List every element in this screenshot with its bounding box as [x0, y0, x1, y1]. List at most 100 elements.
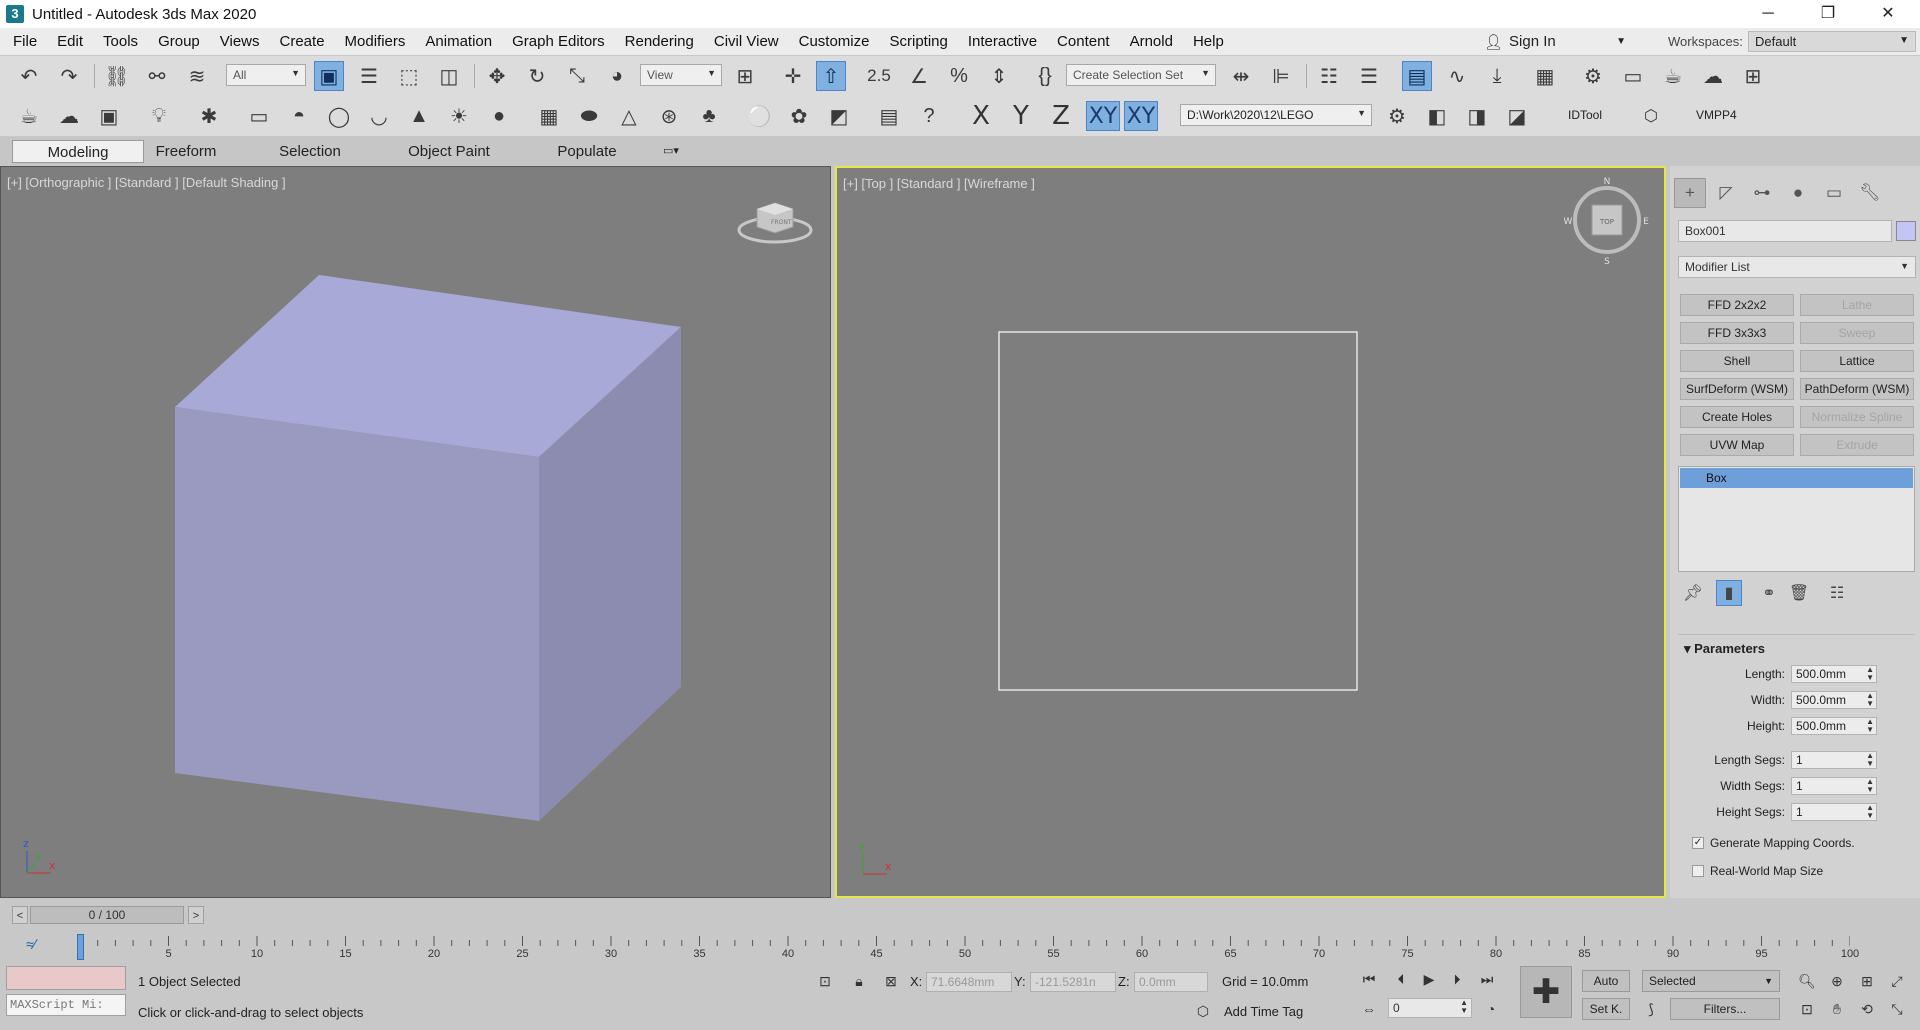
mod-pathdeform-button[interactable]: PathDeform (WSM) [1800, 378, 1914, 400]
spinner-arrows-icon[interactable]: ▲ ▼ [1866, 692, 1874, 708]
zoom-all-icon[interactable]: ⊕ [1826, 970, 1848, 992]
cloud-icon[interactable]: ☁ [54, 101, 84, 131]
rectangular-selection-icon[interactable]: ⬚ [394, 61, 424, 91]
sphere-icon[interactable]: ⚪ [744, 101, 774, 131]
current-frame-field[interactable]: 0 ▲ ▼ [1388, 998, 1472, 1018]
vmpp4-button[interactable]: VMPP4 [1696, 108, 1737, 122]
zoom-icon[interactable]: 🔍︎ [1796, 970, 1818, 992]
make-unique-icon[interactable]: ⚭ [1756, 580, 1782, 606]
disc-icon[interactable]: ● [484, 101, 514, 131]
menu-customize[interactable]: Customize [789, 33, 880, 50]
selection-filter-select[interactable]: All ▼ [226, 64, 306, 86]
script-tool-1-icon[interactable]: ⚙ [1382, 101, 1412, 131]
a360-gallery-icon[interactable]: ⊞ [1738, 61, 1768, 91]
mod-sweep-button[interactable]: Sweep [1800, 322, 1914, 344]
bowl-icon[interactable]: ◡ [364, 101, 394, 131]
mirror-icon[interactable]: ⇹ [1226, 61, 1256, 91]
viewport-top[interactable]: [+] [Top ] [Standard ] [Wireframe ] TOP … [835, 166, 1666, 898]
tab-freeform[interactable]: Freeform [144, 140, 228, 163]
length-spinner[interactable]: 500.0mm ▲ ▼ [1791, 665, 1877, 683]
previous-frame-icon[interactable]: ⏴ [1390, 968, 1412, 990]
time-next-button[interactable]: > [188, 906, 204, 924]
restrict-x-button[interactable]: X [966, 101, 996, 131]
spinner-arrows-icon[interactable]: ▲ ▼ [1460, 999, 1468, 1015]
key-mode-toggle-icon[interactable]: ⇔ [1358, 998, 1380, 1020]
time-configuration-icon[interactable]: ◔ [1480, 998, 1502, 1020]
play-icon[interactable]: ▶ [1418, 968, 1440, 990]
object-name-field[interactable]: Box001 [1678, 220, 1892, 242]
tab-modeling[interactable]: Modeling [12, 140, 144, 163]
utilities-tab-icon[interactable]: 🔧︎ [1854, 178, 1886, 208]
hierarchy-tab-icon[interactable]: ⊶ [1746, 178, 1778, 208]
workspace-select[interactable]: Default ▼ [1748, 31, 1916, 52]
cone-icon[interactable]: ▲ [404, 101, 434, 131]
menu-file[interactable]: File [3, 33, 47, 50]
timeline-ruler[interactable]: 0510152025303540455055606570758085909510… [77, 934, 1859, 962]
restrict-xy-plane-button[interactable]: XY [1124, 101, 1158, 131]
script-tool-4-icon[interactable]: ◪ [1502, 101, 1532, 131]
mod-shell-button[interactable]: Shell [1680, 350, 1794, 372]
current-frame-marker[interactable] [77, 934, 84, 960]
render-icon[interactable]: ◩ [824, 101, 854, 131]
light-bulb-icon[interactable]: 💡︎ [144, 101, 174, 131]
maxscript-listener-output[interactable] [6, 966, 126, 990]
select-by-name-icon[interactable]: ☰ [354, 61, 384, 91]
maxscript-mini-listener[interactable]: MAXScript Mi: [6, 994, 126, 1016]
close-button[interactable]: ✕ [1860, 0, 1916, 28]
torus-icon[interactable]: ◯ [324, 101, 354, 131]
menu-group[interactable]: Group [148, 33, 210, 50]
default-in-out-tangents-icon[interactable]: ⟆ [1640, 998, 1662, 1020]
link-icon[interactable]: ⛓ [102, 61, 132, 91]
selection-lock-icon[interactable]: 🔒︎ [848, 970, 870, 992]
box-wireframe[interactable] [998, 331, 1358, 691]
curve-editor-mini-icon[interactable]: ≈∕ [26, 936, 36, 952]
mod-surfdeform-button[interactable]: SurfDeform (WSM) [1680, 378, 1794, 400]
menu-graph-editors[interactable]: Graph Editors [502, 33, 615, 50]
teapot-icon[interactable]: ☕︎ [14, 101, 44, 131]
mod-lathe-button[interactable]: Lathe [1800, 294, 1914, 316]
show-end-result-icon[interactable]: ▮ [1716, 580, 1742, 606]
mod-ffd-3x3x3-button[interactable]: FFD 3x3x3 [1680, 322, 1794, 344]
menu-help[interactable]: Help [1183, 33, 1234, 50]
go-to-end-icon[interactable]: ⏭ [1476, 968, 1498, 990]
vmpp4-icon[interactable]: ⬡ [1636, 101, 1666, 131]
width-segs-spinner[interactable]: 1 ▲ ▼ [1791, 777, 1877, 795]
key-filter-select[interactable]: Selected ▼ [1642, 970, 1780, 992]
maximize-viewport-icon[interactable]: ⤡ [1886, 998, 1908, 1020]
tab-selection[interactable]: Selection [268, 140, 352, 163]
scale-icon[interactable]: ⤡ [562, 61, 592, 91]
move-icon[interactable]: ✥ [482, 61, 512, 91]
rendered-frame-window-icon[interactable]: ▭ [1618, 61, 1648, 91]
tab-object-paint[interactable]: Object Paint [396, 140, 502, 163]
window-crossing-icon[interactable]: ◫ [434, 61, 464, 91]
modify-tab-icon[interactable]: ◸ [1710, 178, 1742, 208]
motion-tab-icon[interactable]: ● [1782, 178, 1814, 208]
menu-arnold[interactable]: Arnold [1120, 33, 1183, 50]
menu-content[interactable]: Content [1047, 33, 1120, 50]
absolute-mode-icon[interactable]: ⊠ [880, 970, 902, 992]
spinner-arrows-icon[interactable]: ▲ ▼ [1866, 778, 1874, 794]
track-bar[interactable]: ≈∕ 0510152025303540455055606570758085909… [0, 930, 1920, 962]
select-manipulate-icon[interactable]: ✛ [778, 61, 808, 91]
go-to-start-icon[interactable]: ⏮ [1358, 968, 1380, 990]
tab-populate[interactable]: Populate [546, 140, 628, 163]
zoom-extents-all-icon[interactable]: ⤢ [1886, 970, 1908, 992]
box-primitive-icon[interactable]: ▭ [244, 101, 274, 131]
spinner-arrows-icon[interactable]: ▲ ▼ [1866, 666, 1874, 682]
render-production-icon[interactable]: ☕︎ [1658, 61, 1688, 91]
object-color-swatch[interactable] [1896, 221, 1916, 241]
time-prev-button[interactable]: < [12, 906, 28, 924]
character-icon[interactable]: ✱ [194, 101, 224, 131]
minimize-button[interactable]: ─ [1740, 0, 1796, 28]
sphere-mesh-icon[interactable]: ⊛ [654, 101, 684, 131]
mod-uvw-map-button[interactable]: UVW Map [1680, 434, 1794, 456]
length-segs-spinner[interactable]: 1 ▲ ▼ [1791, 751, 1877, 769]
create-tab-icon[interactable]: + [1674, 178, 1706, 208]
script-tool-3-icon[interactable]: ◨ [1462, 101, 1492, 131]
material-editor-icon[interactable]: ▦ [1530, 61, 1560, 91]
curve-editor-icon[interactable]: ∿ [1442, 61, 1472, 91]
spinner-arrows-icon[interactable]: ▲ ▼ [1866, 718, 1874, 734]
color-palette-icon[interactable]: ✿ [784, 101, 814, 131]
mod-extrude-button[interactable]: Extrude [1800, 434, 1914, 456]
box-front-face[interactable] [175, 407, 539, 821]
